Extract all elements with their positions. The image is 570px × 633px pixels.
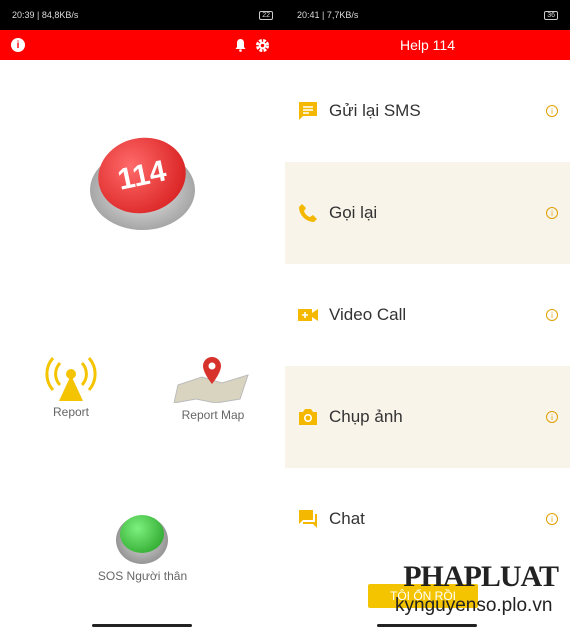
info-icon[interactable]: i	[11, 38, 25, 52]
map-pin-icon	[173, 357, 249, 404]
item-label: Gọi lại	[329, 203, 378, 222]
item-label: Video Call	[329, 305, 407, 324]
app-bar: Help 114	[285, 30, 570, 60]
video-call-icon	[298, 309, 318, 321]
chat-icon	[299, 510, 317, 528]
item-label: Gửi lại SMS	[329, 101, 421, 120]
list-item-take-photo[interactable]: Chụp ảnh i	[285, 366, 570, 468]
broadcast-icon	[45, 357, 97, 401]
bell-icon[interactable]	[234, 38, 247, 52]
home-indicator	[92, 624, 192, 627]
app-bar: i	[0, 30, 285, 60]
report-map-button[interactable]: Report Map	[172, 355, 254, 425]
item-label: Chat	[329, 509, 365, 528]
list-item-chat[interactable]: Chat i	[285, 468, 570, 570]
phone-icon	[299, 204, 317, 222]
watermark-site: kynguyenso.plo.vn	[395, 595, 553, 616]
sos-114-button[interactable]: 114	[90, 129, 195, 230]
info-icon[interactable]: i	[546, 411, 558, 423]
watermark: PHAPLUAT kynguyenso.plo.vn	[395, 560, 570, 620]
battery-icon: 36	[544, 10, 558, 20]
report-map-label: Report Map	[181, 408, 245, 422]
sms-icon	[299, 102, 317, 120]
report-button[interactable]: Report	[40, 355, 102, 425]
gear-icon[interactable]	[255, 38, 270, 53]
info-icon[interactable]: i	[546, 309, 558, 321]
sos-relatives-label: SOS Người thân	[97, 569, 188, 583]
status-speed: 7,7KB/s	[326, 10, 359, 20]
status-bar: 20:39 | 84,8KB/s 22	[0, 0, 285, 30]
status-time: 20:39	[12, 10, 35, 20]
help-list: Gửi lại SMS i Gọi lại i Video Call i Chụ…	[285, 60, 570, 570]
info-icon[interactable]: i	[546, 513, 558, 525]
list-item-resend-sms[interactable]: Gửi lại SMS i	[285, 60, 570, 162]
list-item-call-back[interactable]: Gọi lại i	[285, 162, 570, 264]
help-screen: 20:41 | 7,7KB/s 36 Help 114 Gửi lại SMS …	[285, 0, 570, 633]
list-item-video-call[interactable]: Video Call i	[285, 264, 570, 366]
camera-icon	[299, 409, 317, 425]
status-time: 20:41	[297, 10, 320, 20]
home-screen: 20:39 | 84,8KB/s 22 i 114 Report Report …	[0, 0, 285, 633]
page-title: Help 114	[399, 37, 455, 53]
home-indicator	[377, 624, 477, 627]
status-speed: 84,8KB/s	[41, 10, 79, 20]
watermark-logo: PHAPLUAT	[403, 560, 559, 593]
report-label: Report	[52, 405, 90, 419]
status-bar: 20:41 | 7,7KB/s 36	[285, 0, 570, 30]
info-icon[interactable]: i	[546, 207, 558, 219]
item-label: Chụp ảnh	[329, 407, 403, 426]
info-icon[interactable]: i	[546, 105, 558, 117]
sos-relatives-button[interactable]: SOS Người thân	[90, 513, 195, 585]
battery-icon: 22	[259, 10, 273, 20]
